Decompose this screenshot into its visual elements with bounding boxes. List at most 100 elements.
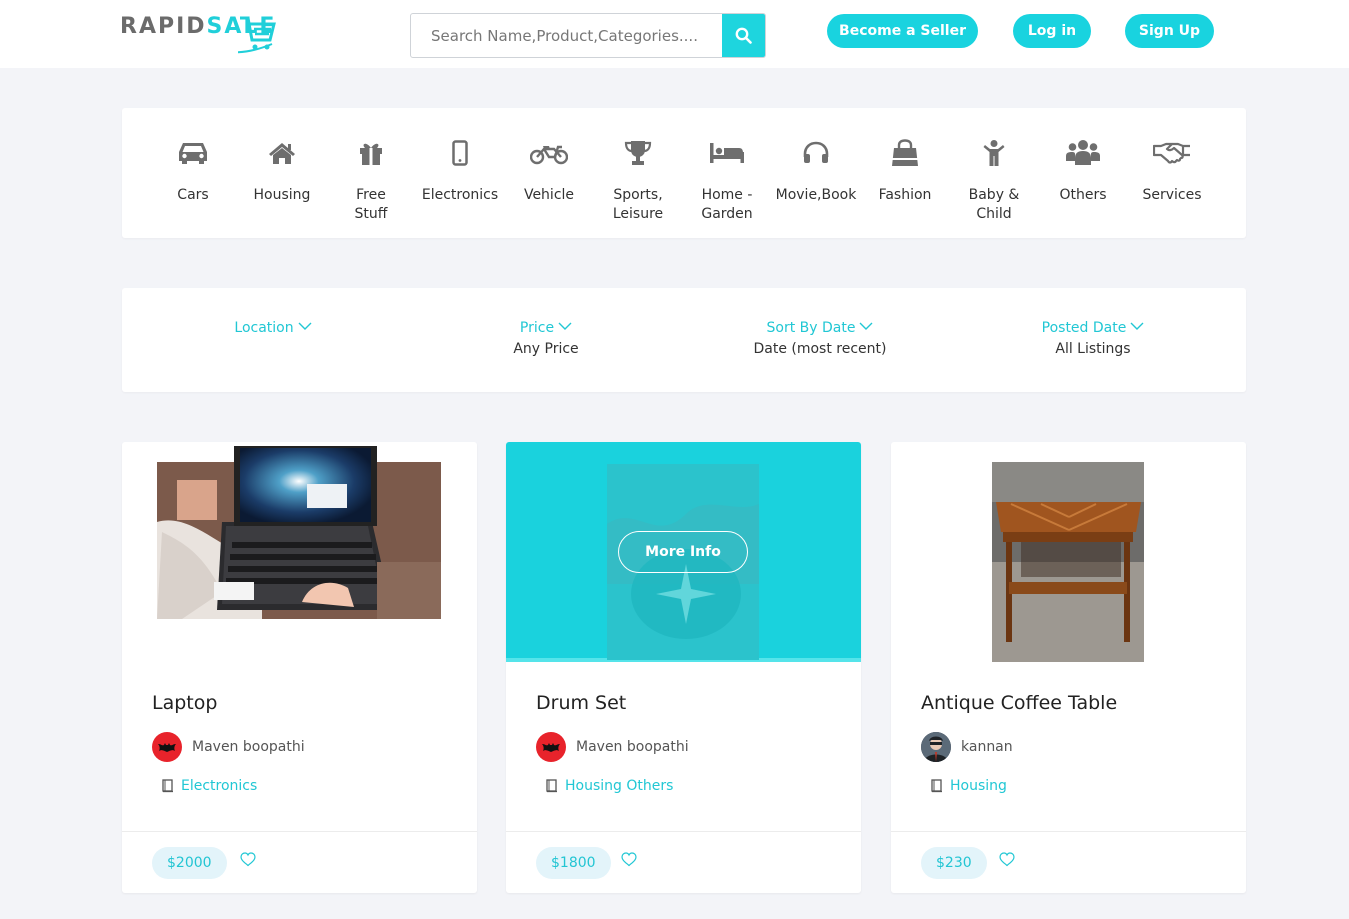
car-icon: [179, 143, 207, 164]
category-label: Movie,Book: [775, 187, 857, 203]
listing-seller[interactable]: kannan: [921, 732, 1013, 762]
motorcycle-icon: [530, 145, 568, 165]
mobile-icon: [452, 140, 468, 166]
search-button[interactable]: [722, 14, 765, 57]
users-icon: [1066, 140, 1100, 165]
book-icon: [162, 779, 173, 793]
filter-value: Any Price: [513, 341, 579, 357]
bat-icon: [542, 743, 560, 752]
child-icon: [983, 140, 1005, 166]
heart-icon[interactable]: [999, 852, 1015, 867]
chevron-down-icon: [298, 322, 312, 330]
listing-seller[interactable]: Maven boopathi: [536, 732, 689, 762]
category-name: Housing Others: [565, 778, 674, 794]
filter-price[interactable]: Price Any Price: [436, 318, 656, 360]
signup-button[interactable]: Sign Up: [1125, 14, 1214, 48]
category-name: Housing: [950, 778, 1007, 794]
category-others[interactable]: Others: [1038, 136, 1128, 205]
category-fashion[interactable]: Fashion: [860, 136, 950, 205]
chevron-down-icon: [859, 322, 873, 330]
category-baby-child[interactable]: Baby & Child: [949, 136, 1039, 224]
category-movie-book[interactable]: Movie,Book: [771, 136, 861, 205]
category-label: Electronics: [421, 187, 499, 203]
category-services[interactable]: Services: [1127, 136, 1217, 205]
seller-name: Maven boopathi: [576, 739, 689, 755]
filter-title: Sort By Date: [766, 320, 856, 336]
filter-posted-date[interactable]: Posted Date All Listings: [983, 318, 1203, 360]
search-bar: [410, 13, 766, 58]
filter-title: Posted Date: [1041, 320, 1127, 336]
category-home-garden[interactable]: Home - Garden: [682, 136, 772, 224]
category-label: Vehicle: [523, 187, 575, 203]
filter-value: Date (most recent): [753, 341, 887, 357]
heart-icon[interactable]: [240, 852, 256, 867]
listing-card[interactable]: More Info Drum Set Maven boopathi Housin…: [506, 442, 861, 893]
listing-title[interactable]: Laptop: [152, 692, 217, 714]
category-label: Fashion: [878, 187, 932, 203]
book-icon: [546, 779, 557, 793]
bat-icon: [158, 743, 176, 752]
avatar: [536, 732, 566, 762]
listing-category-link[interactable]: Housing Others: [546, 778, 673, 794]
chevron-down-icon: [1130, 322, 1144, 330]
category-vehicle[interactable]: Vehicle: [504, 136, 594, 205]
category-label: Housing: [253, 187, 311, 203]
search-icon: [735, 27, 752, 44]
category-sports-leisure[interactable]: Sports, Leisure: [593, 136, 683, 224]
listing-title[interactable]: Drum Set: [536, 692, 626, 714]
listing-image: [157, 446, 441, 619]
filter-location[interactable]: Location: [163, 318, 383, 338]
price-badge: $230: [921, 847, 987, 879]
card-divider: [891, 831, 1246, 832]
seller-name: Maven boopathi: [192, 739, 305, 755]
category-label: Baby & Child: [968, 187, 1020, 222]
category-label: Cars: [177, 187, 209, 203]
category-label: Sports, Leisure: [612, 187, 664, 222]
avatar: [921, 732, 951, 762]
trophy-icon: [624, 141, 652, 165]
filter-sort-by-date[interactable]: Sort By Date Date (most recent): [710, 318, 930, 360]
more-info-button[interactable]: More Info: [618, 531, 748, 573]
headphones-icon: [803, 141, 829, 163]
category-label: Free Stuff: [354, 187, 388, 222]
seller-name: kannan: [961, 739, 1013, 755]
listing-title[interactable]: Antique Coffee Table: [921, 692, 1117, 714]
gift-icon: [360, 143, 382, 165]
filter-value: All Listings: [1055, 341, 1131, 357]
user-avatar-image: [921, 732, 951, 762]
card-divider: [122, 831, 477, 832]
shopping-bag-icon: [892, 139, 918, 166]
search-input[interactable]: [411, 14, 723, 57]
login-button[interactable]: Log in: [1013, 14, 1091, 48]
home-icon: [269, 143, 295, 164]
listing-image: [992, 462, 1144, 662]
brand-logo[interactable]: RAPIDSALE: [120, 12, 280, 54]
category-bar: Cars Housing Free Stuff Electronics Vehi…: [122, 108, 1246, 238]
price-badge: $1800: [536, 847, 611, 879]
price-badge: $2000: [152, 847, 227, 879]
cart-icon: [238, 16, 276, 54]
category-label: Services: [1142, 187, 1202, 203]
listing-category-link[interactable]: Electronics: [162, 778, 257, 794]
handshake-icon: [1153, 142, 1190, 164]
listing-category-link[interactable]: Housing: [931, 778, 1007, 794]
category-cars[interactable]: Cars: [148, 136, 238, 205]
listing-seller[interactable]: Maven boopathi: [152, 732, 305, 762]
heart-icon[interactable]: [621, 852, 637, 867]
category-label: Others: [1059, 187, 1107, 203]
category-label: Home - Garden: [701, 187, 753, 222]
become-seller-button[interactable]: Become a Seller: [827, 14, 978, 48]
filter-bar: Location Price Any Price Sort By Date Da…: [122, 288, 1246, 392]
chevron-down-icon: [558, 322, 572, 330]
card-divider: [506, 831, 861, 832]
top-header: RAPIDSALE Become a Seller Log in Sign Up: [0, 0, 1349, 68]
filter-title: Location: [234, 320, 294, 336]
listing-card[interactable]: Antique Coffee Table kannan Housing $230: [891, 442, 1246, 893]
category-electronics[interactable]: Electronics: [415, 136, 505, 205]
category-name: Electronics: [181, 778, 258, 794]
category-housing[interactable]: Housing: [237, 136, 327, 205]
category-free-stuff[interactable]: Free Stuff: [326, 136, 416, 224]
book-icon: [931, 779, 942, 793]
avatar: [152, 732, 182, 762]
listing-card[interactable]: Laptop Maven boopathi Electronics $2000: [122, 442, 477, 893]
